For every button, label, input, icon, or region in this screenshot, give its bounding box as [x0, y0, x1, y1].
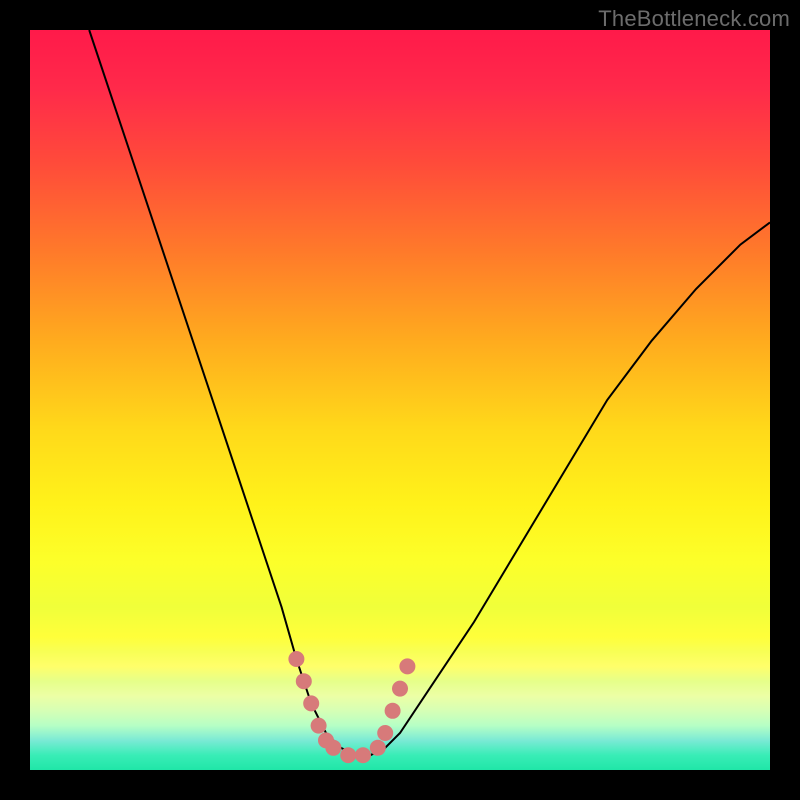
- marker-dot: [340, 747, 356, 763]
- marker-dot: [311, 718, 327, 734]
- marker-dot: [325, 740, 341, 756]
- marker-dot: [355, 747, 371, 763]
- marker-dot: [288, 651, 304, 667]
- watermark-text: TheBottleneck.com: [598, 6, 790, 32]
- marker-dot: [370, 740, 386, 756]
- marker-dot: [392, 681, 408, 697]
- plot-area: [30, 30, 770, 770]
- chart-svg: [30, 30, 770, 770]
- chart-frame: TheBottleneck.com: [0, 0, 800, 800]
- marker-dot: [303, 695, 319, 711]
- marker-group: [288, 651, 415, 763]
- marker-dot: [377, 725, 393, 741]
- marker-dot: [399, 658, 415, 674]
- curve-path: [89, 30, 770, 755]
- marker-dot: [296, 673, 312, 689]
- marker-dot: [385, 703, 401, 719]
